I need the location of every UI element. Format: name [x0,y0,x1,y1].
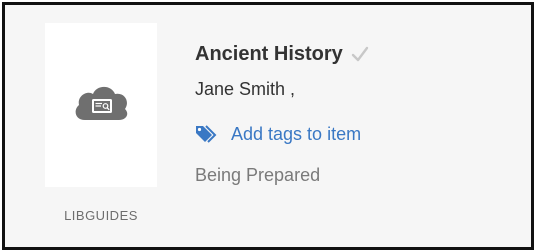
add-tags-link[interactable]: Add tags to item [195,121,369,147]
item-status: Being Prepared [195,165,321,185]
tags-icon [195,124,217,144]
check-icon [351,45,369,63]
item-author: Jane Smith , [195,79,296,99]
title-row: Ancient History [195,39,369,69]
add-tags-label: Add tags to item [231,123,362,144]
cloud-document-icon [71,80,131,131]
resource-type-label: LIBGUIDES [64,208,138,223]
item-card: LIBGUIDES Ancient History Jane Smith , A… [2,2,534,250]
item-title[interactable]: Ancient History [195,43,343,66]
item-thumbnail[interactable] [45,23,157,187]
item-details: Ancient History Jane Smith , Add tags to… [195,39,369,186]
